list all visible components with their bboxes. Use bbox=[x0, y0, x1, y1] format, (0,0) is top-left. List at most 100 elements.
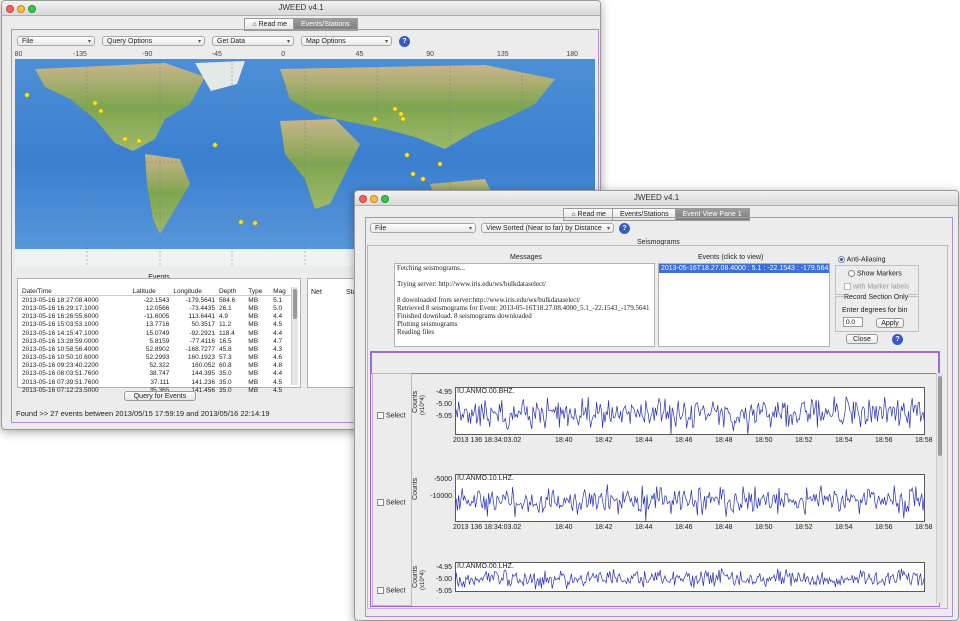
selected-event-row[interactable]: 2013-05-16T18.27.08.4000 : 5.1 : -22.154… bbox=[659, 264, 829, 273]
counts-axis-label: Counts bbox=[412, 390, 419, 413]
table-cell: MB bbox=[248, 378, 259, 386]
longitude-label: 135 bbox=[496, 51, 509, 58]
messages-box[interactable]: Fetching seismograms... Trying server: h… bbox=[394, 263, 655, 347]
file-menu[interactable]: File ▾ bbox=[370, 223, 476, 233]
table-cell: -11.6005 bbox=[144, 313, 170, 321]
longitude-label: -45 bbox=[211, 51, 222, 58]
table-row[interactable]: 2013-05-16 08:03:51.7600 38.747 144.395 35.… bbox=[20, 370, 294, 378]
table-cell: MB bbox=[248, 329, 259, 337]
table-row[interactable]: 2013-05-16 13:28:59.0000 5.8159 -77.4116 16… bbox=[20, 337, 294, 345]
column-header[interactable]: Depth bbox=[216, 287, 247, 297]
window-title: JWEED v4.1 bbox=[278, 3, 324, 12]
table-row[interactable]: 2013-05-16 10:50:10.6000 52.2993 160.1923 5… bbox=[20, 354, 294, 362]
table-cell: 5.8159 bbox=[149, 337, 170, 345]
seismogram-plot[interactable] bbox=[455, 562, 925, 592]
close-button[interactable]: Close bbox=[846, 334, 878, 344]
seismogram-plot[interactable] bbox=[455, 387, 925, 435]
table-cell: 141.236 bbox=[191, 378, 215, 386]
events-table-grid: Date/Time Latitude Longitude Depth Type Mag 2… bbox=[20, 287, 294, 394]
query-for-events-button[interactable]: Query for Events bbox=[124, 391, 196, 401]
table-cell: 60.8 bbox=[218, 362, 232, 370]
dropdown-arrow-icon: ▾ bbox=[384, 39, 388, 45]
station-label: IU.ANMO.10.LHZ. bbox=[457, 475, 514, 482]
x-tick-label: 18:40 bbox=[555, 437, 573, 444]
column-header[interactable]: Longitude bbox=[171, 287, 217, 297]
table-row[interactable]: 2013-05-16 16:26:55.6000 -11.6005 113.6441… bbox=[20, 313, 294, 321]
record-section-title: Record Section Only bbox=[844, 294, 909, 301]
x-tick-label: 18:40 bbox=[555, 524, 573, 531]
checkbox-icon bbox=[377, 412, 384, 419]
status-text: Found >> 27 events between 2013/05/15 17… bbox=[16, 409, 270, 418]
table-cell: 45.8 bbox=[218, 345, 232, 353]
minimize-window-button[interactable] bbox=[17, 5, 25, 13]
file-menu[interactable]: File ▾ bbox=[17, 36, 95, 46]
x-tick-label: 18:42 bbox=[595, 437, 613, 444]
main-window-titlebar[interactable]: JWEED v4.1 bbox=[2, 1, 600, 16]
y-tick-label: -5.05 bbox=[436, 588, 452, 595]
messages-title: Messages bbox=[510, 254, 542, 261]
close-window-button[interactable] bbox=[6, 5, 14, 13]
table-cell: 12.0566 bbox=[145, 304, 170, 312]
column-header[interactable]: Date/Time bbox=[20, 287, 131, 297]
x-tick-label: 18:46 bbox=[675, 437, 693, 444]
seismogram-scrollbar[interactable] bbox=[936, 373, 943, 603]
table-cell: -179.5641 bbox=[185, 296, 215, 304]
select-checkbox[interactable]: Select bbox=[377, 412, 405, 419]
x-tick-label: 18:48 bbox=[715, 524, 733, 531]
anti-aliasing-option[interactable]: Anti-Aliasing bbox=[838, 256, 885, 263]
counts-axis-label: Counts bbox=[412, 565, 419, 588]
apply-button[interactable]: Apply bbox=[876, 318, 904, 328]
y-tick-label: -5000 bbox=[434, 476, 452, 483]
longitude-label: 90 bbox=[426, 51, 435, 58]
stations-table[interactable]: Net Sta bbox=[307, 278, 357, 388]
select-checkbox[interactable]: Select bbox=[377, 499, 405, 506]
table-row[interactable]: 2013-05-16 18:27:08.4000 -22.1543 -179.564… bbox=[20, 296, 294, 305]
counts-exponent-label: (x10^4) bbox=[420, 395, 426, 415]
select-checkbox[interactable]: Select bbox=[377, 587, 405, 594]
help-icon[interactable]: ? bbox=[892, 334, 903, 345]
table-cell: 2013-05-16 10:58:56.4000 bbox=[22, 345, 99, 353]
y-tick-label: -4.95 bbox=[436, 564, 452, 571]
get-data-menu[interactable]: Get Data ▾ bbox=[212, 36, 294, 46]
events-scrollbar[interactable] bbox=[291, 287, 298, 385]
table-row[interactable]: 2013-05-16 10:58:56.4000 52.8902 -168.7277… bbox=[20, 345, 294, 353]
table-row[interactable]: 2013-05-16 07:39:51.7600 37.111 141.236 35.… bbox=[20, 378, 294, 386]
seismogram-plot[interactable] bbox=[455, 474, 925, 522]
longitude-label: 45 bbox=[355, 51, 364, 58]
table-cell: 2013-05-16 07:12:23.5000 bbox=[22, 386, 99, 394]
table-cell: 2013-05-16 14:15:47.1000 bbox=[22, 329, 99, 337]
zoom-window-button[interactable] bbox=[381, 195, 389, 203]
longitude-label: 80 bbox=[14, 51, 23, 58]
x-tick-label: 18:44 bbox=[635, 437, 653, 444]
x-tick-label: 18:48 bbox=[715, 437, 733, 444]
counts-axis-label: Counts bbox=[412, 477, 419, 500]
marker-labels-option[interactable]: with Marker labels bbox=[844, 283, 909, 290]
table-cell: 2013-05-16 18:27:08.4000 bbox=[22, 296, 99, 304]
sort-menu[interactable]: View Sorted (Near to far) by Distance ▾ bbox=[481, 223, 614, 233]
help-icon[interactable]: ? bbox=[399, 36, 410, 47]
table-row[interactable]: 2013-05-16 09:23:40.2200 52.322 160.052 60.… bbox=[20, 362, 294, 370]
map-options-menu[interactable]: Map Options ▾ bbox=[301, 36, 392, 46]
dropdown-arrow-icon: ▾ bbox=[606, 226, 610, 232]
column-header[interactable]: Type bbox=[246, 287, 272, 297]
events-table[interactable]: Date/Time Latitude Longitude Depth Type Mag 2… bbox=[17, 278, 301, 394]
checkbox-icon bbox=[844, 283, 851, 290]
close-window-button[interactable] bbox=[359, 195, 367, 203]
minimize-window-button[interactable] bbox=[370, 195, 378, 203]
help-icon[interactable]: ? bbox=[619, 223, 630, 234]
event-list[interactable]: 2013-05-16T18.27.08.4000 : 5.1 : -22.154… bbox=[658, 263, 830, 347]
degrees-input[interactable] bbox=[843, 317, 863, 327]
zoom-window-button[interactable] bbox=[28, 5, 36, 13]
table-row[interactable]: 2013-05-16 15:03:53.1000 13.7716 50.3517 11… bbox=[20, 321, 294, 329]
table-cell: 144.395 bbox=[191, 370, 215, 378]
table-row[interactable]: 2013-05-16 16:29:17.1000 12.0566 -73.4435 2… bbox=[20, 304, 294, 312]
longitude-label: 0 bbox=[281, 51, 286, 58]
table-row[interactable]: 2013-05-16 14:15:47.1000 15.0749 -92.2921 1… bbox=[20, 329, 294, 337]
event-view-titlebar[interactable]: JWEED v4.1 bbox=[355, 191, 958, 206]
table-cell: MB bbox=[248, 313, 259, 321]
show-markers-option[interactable]: Show Markers bbox=[848, 270, 902, 277]
column-header[interactable]: Latitude bbox=[130, 287, 172, 297]
query-options-menu[interactable]: Query Options ▾ bbox=[102, 36, 205, 46]
x-tick-label: 18:50 bbox=[755, 524, 773, 531]
table-cell: 52.8902 bbox=[145, 345, 170, 353]
